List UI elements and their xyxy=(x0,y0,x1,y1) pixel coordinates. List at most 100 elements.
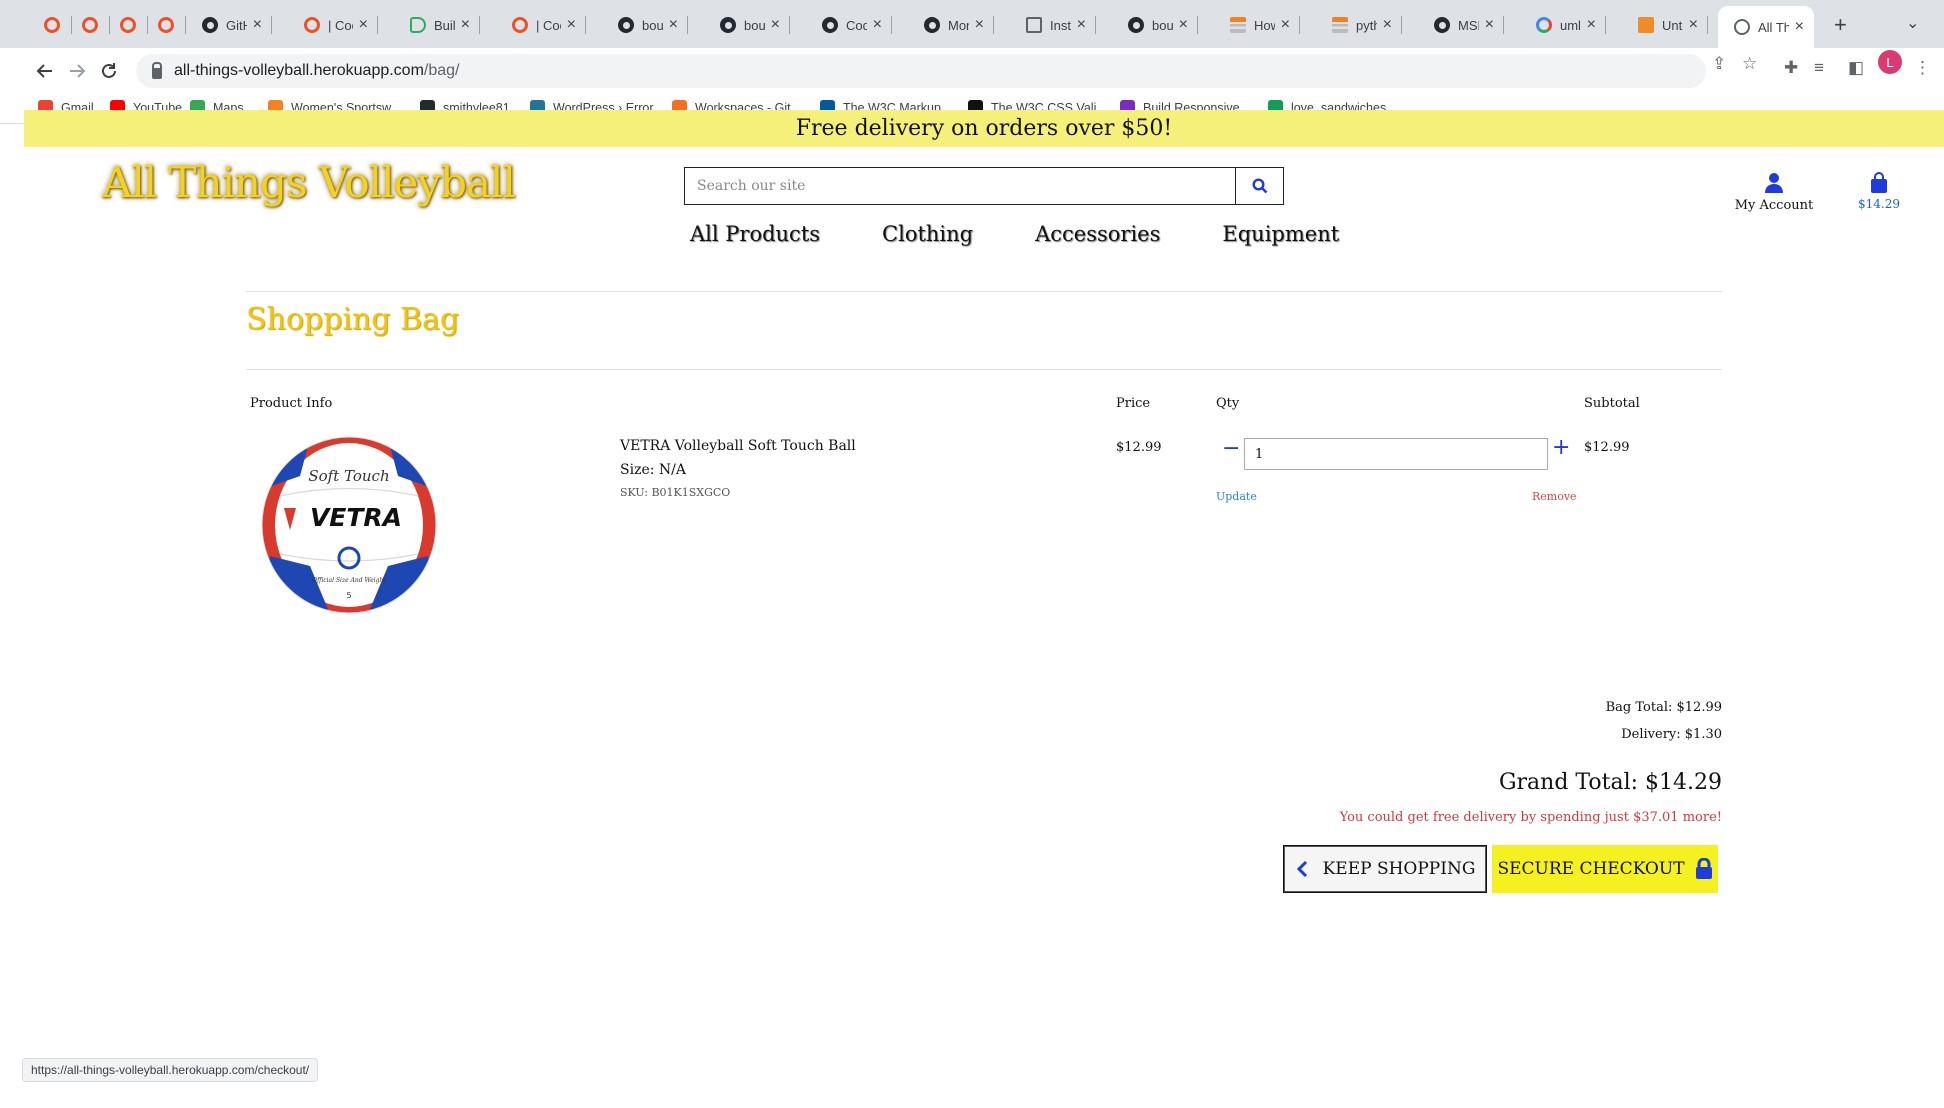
tab-title: boutiq xyxy=(1152,17,1173,33)
close-tab-icon[interactable]: × xyxy=(1587,16,1596,34)
browser-tab[interactable]: Installa × xyxy=(1010,8,1096,42)
close-tab-icon[interactable]: × xyxy=(975,16,984,34)
item-price: $12.99 xyxy=(1116,440,1162,455)
close-tab-icon[interactable]: × xyxy=(461,16,470,34)
site-logo[interactable]: All Things Volleyball xyxy=(102,158,516,207)
nav-clothing[interactable]: Clothing xyxy=(882,222,973,256)
browser-tab[interactable]: boutiq × xyxy=(1112,8,1198,42)
browser-tab[interactable]: How c × xyxy=(1214,8,1300,42)
col-qty: Qty xyxy=(1216,396,1240,411)
browser-tab[interactable]: Code- × xyxy=(806,8,892,42)
side-panel-icon[interactable]: ◧ xyxy=(1848,58,1864,78)
close-tab-icon[interactable]: × xyxy=(1281,16,1290,34)
search-button[interactable] xyxy=(1235,168,1283,204)
product-sku: SKU: B01K1SXGCO xyxy=(620,486,731,499)
deploy-icon xyxy=(410,17,426,33)
tab-title: Code- xyxy=(846,17,867,33)
close-tab-icon[interactable]: × xyxy=(771,16,780,34)
back-button[interactable] xyxy=(30,56,60,86)
nav-accessories[interactable]: Accessories xyxy=(1035,222,1160,256)
github-icon xyxy=(618,17,634,33)
qty-input[interactable] xyxy=(1244,438,1548,470)
menu-icon[interactable]: ⋮ xyxy=(1914,58,1931,78)
new-tab-button[interactable]: + xyxy=(1834,12,1847,38)
close-tab-icon[interactable]: × xyxy=(669,16,678,34)
cart-link[interactable]: $14.29 xyxy=(1854,172,1904,211)
secure-checkout-label: SECURE CHECKOUT xyxy=(1497,859,1685,879)
close-tab-icon[interactable]: × xyxy=(1689,16,1698,34)
browser-tab[interactable]: uml db × xyxy=(1520,8,1606,42)
share-icon[interactable]: ⇪ xyxy=(1712,54,1726,74)
address-bar[interactable]: all-things-volleyball.herokuapp.com/bag/ xyxy=(136,54,1706,88)
close-tab-icon[interactable]: × xyxy=(1179,16,1188,34)
browser-tab[interactable]: python × xyxy=(1316,8,1402,42)
browser-tab[interactable]: | Code × xyxy=(288,8,378,42)
stackoverflow-icon xyxy=(1230,17,1246,33)
browser-tab[interactable]: Untitle × xyxy=(1622,8,1708,42)
browser-tab[interactable] xyxy=(72,8,110,42)
ball-size-mark: 5 xyxy=(346,591,351,600)
browser-tab[interactable]: All Thi × xyxy=(1718,6,1814,48)
tab-title: How c xyxy=(1254,17,1275,33)
keep-shopping-button[interactable]: KEEP SHOPPING xyxy=(1283,845,1487,893)
forward-button[interactable] xyxy=(62,56,92,86)
bookmark-star-icon[interactable]: ☆ xyxy=(1742,54,1757,74)
browser-tab[interactable]: | Code × xyxy=(496,8,586,42)
product-image: Soft Touch VETRA Official Size And Weigh… xyxy=(261,436,437,614)
browser-tab[interactable]: GitHub × xyxy=(186,8,272,42)
close-tab-icon[interactable]: × xyxy=(359,16,368,34)
stackoverflow-icon xyxy=(1332,17,1348,33)
tab-title: boutiq xyxy=(744,17,765,33)
browser-tab[interactable]: MSP4 × xyxy=(1418,8,1504,42)
browser-tab[interactable]: Mongo × xyxy=(908,8,994,42)
remove-link[interactable]: Remove xyxy=(1532,490,1577,503)
browser-tab[interactable]: boutiq × xyxy=(704,8,790,42)
close-tab-icon[interactable]: × xyxy=(567,16,576,34)
close-tab-icon[interactable]: × xyxy=(873,16,882,34)
reload-button[interactable] xyxy=(94,56,124,86)
shopping-bag-icon xyxy=(1871,172,1887,193)
tab-title: Buildin xyxy=(434,17,455,33)
lock-icon xyxy=(152,61,162,79)
keep-shopping-label: KEEP SHOPPING xyxy=(1322,859,1476,879)
opera-ring-icon xyxy=(82,17,98,33)
grand-total: Grand Total: $14.29 xyxy=(1498,770,1722,795)
close-tab-icon[interactable]: × xyxy=(1795,18,1804,36)
close-tab-icon[interactable]: × xyxy=(253,16,262,34)
browser-tab[interactable] xyxy=(110,8,148,42)
tab-title: boutiq xyxy=(642,17,663,33)
qty-increment-button[interactable]: + xyxy=(1552,435,1570,460)
tab-strip: GitHub×| Code×Buildin×| Code×boutiq×bout… xyxy=(0,0,1944,48)
ball-brand: VETRA xyxy=(310,503,402,532)
secure-checkout-button[interactable]: SECURE CHECKOUT xyxy=(1492,845,1718,893)
tab-title: Mongo xyxy=(948,17,969,33)
browser-tab[interactable] xyxy=(34,8,72,42)
search-input[interactable] xyxy=(685,168,1235,204)
close-tab-icon[interactable]: × xyxy=(1077,16,1086,34)
browser-tab[interactable]: Buildin × xyxy=(394,8,480,42)
profile-avatar[interactable]: L xyxy=(1878,50,1902,74)
my-account-link[interactable]: My Account xyxy=(1734,172,1814,213)
close-tab-icon[interactable]: × xyxy=(1383,16,1392,34)
user-icon xyxy=(1765,173,1783,193)
tab-search-button[interactable]: ⌄ xyxy=(1906,13,1919,33)
chevron-left-icon xyxy=(1296,860,1307,878)
free-delivery-banner: Free delivery on orders over $50! xyxy=(24,110,1944,147)
ball-caption-top: Soft Touch xyxy=(308,467,389,485)
url-host: all-things-volleyball.herokuapp.com xyxy=(174,62,424,79)
media-queue-icon[interactable]: ≡ xyxy=(1814,58,1824,78)
update-link[interactable]: Update xyxy=(1216,490,1257,503)
my-account-label: My Account xyxy=(1734,198,1814,213)
link-status-bar: https://all-things-volleyball.herokuapp.… xyxy=(22,1058,319,1082)
google-icon xyxy=(1536,17,1552,33)
product-size: Size: N/A xyxy=(620,462,686,478)
close-tab-icon[interactable]: × xyxy=(1485,16,1494,34)
browser-tab[interactable]: boutiq × xyxy=(602,8,688,42)
browser-tab[interactable] xyxy=(148,8,186,42)
nav-equipment[interactable]: Equipment xyxy=(1222,222,1339,256)
qty-decrement-button[interactable]: − xyxy=(1222,436,1240,461)
tab-title: | Code xyxy=(328,17,353,33)
extensions-icon[interactable]: ✚ xyxy=(1784,58,1798,78)
opera-ring-icon xyxy=(158,17,174,33)
nav-all-products[interactable]: All Products xyxy=(690,222,820,256)
